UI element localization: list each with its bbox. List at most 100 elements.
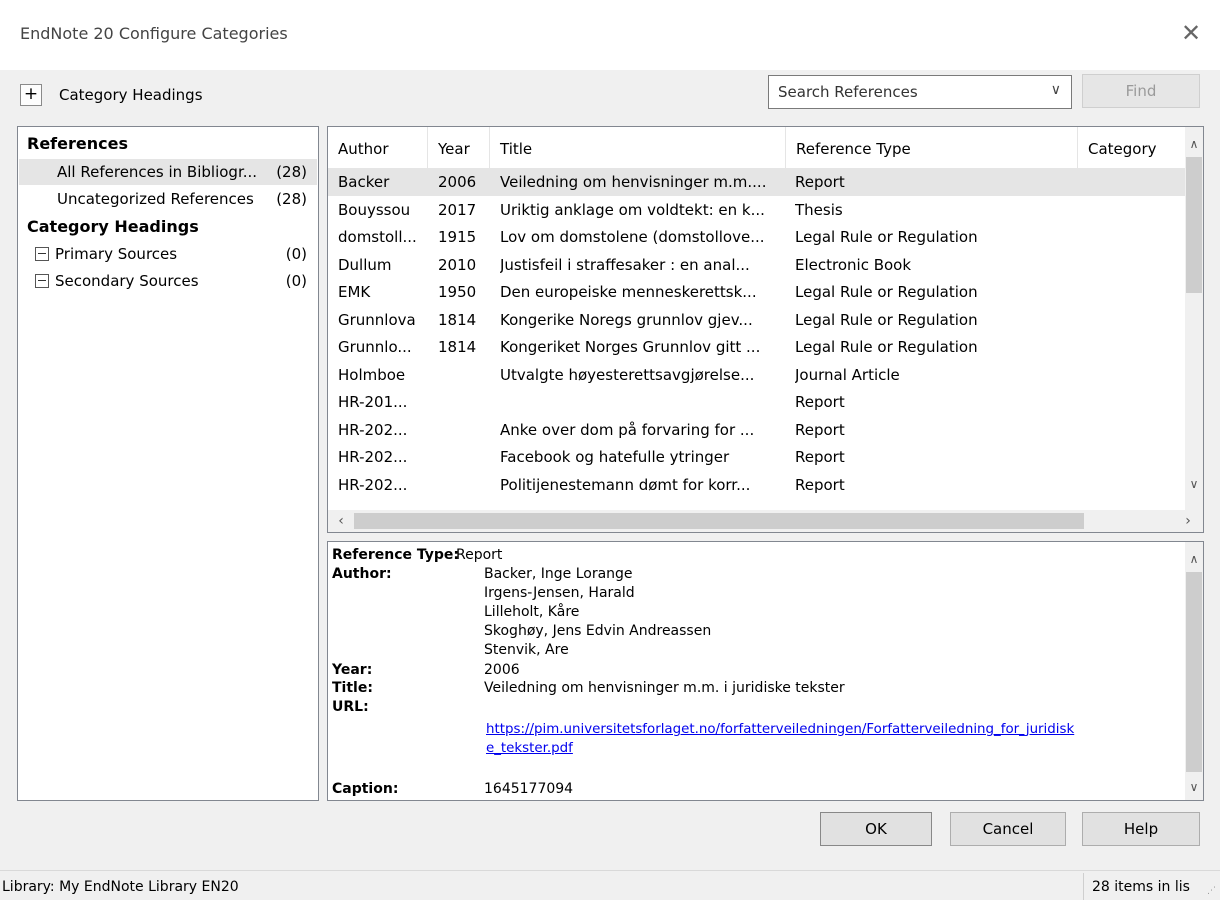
reference-type-label: Reference Type: <box>332 547 460 563</box>
sidebar-item-label: All References in Bibliogr... <box>57 163 258 181</box>
cell-year: 1814 <box>438 338 477 356</box>
cell-reference-type: Electronic Book <box>795 255 912 274</box>
sidebar-item-secondary-sources[interactable]: Secondary Sources (0) <box>19 268 317 294</box>
status-bar: Library: My EndNote Library EN20 28 item… <box>0 870 1220 900</box>
table-row[interactable]: HR-202... Facebook og hatefulle ytringer R… <box>328 444 1186 471</box>
cell-title: Kongerike Noregs grunnlov gjev... <box>500 310 753 329</box>
find-button[interactable]: Find <box>1082 74 1200 108</box>
cell-reference-type: Report <box>795 448 845 466</box>
column-header-reference-type[interactable]: Reference Type <box>786 127 1078 169</box>
sidebar-item-count: (28) <box>276 190 307 208</box>
close-icon[interactable]: ✕ <box>1176 18 1206 48</box>
column-header-year[interactable]: Year <box>428 127 490 169</box>
title-value: Veiledning om henvisninger m.m. i juridi… <box>484 680 845 696</box>
library-status: Library: My EndNote Library EN20 <box>2 879 239 895</box>
table-row[interactable]: HR-202... Anke over dom på forvaring for … <box>328 417 1186 444</box>
title-label: Title: <box>332 680 373 696</box>
cell-author: EMK <box>338 283 371 301</box>
author-value: Stenvik, Are <box>484 642 569 658</box>
table-row[interactable]: Grunnlova 1814 Kongerike Noregs grunnlov g… <box>328 307 1186 334</box>
cell-author: Grunnlova <box>338 310 416 329</box>
table-row[interactable]: HR-202... Politijenestemann dømt for korr… <box>328 472 1186 499</box>
scroll-down-icon[interactable]: ∨ <box>1185 778 1203 796</box>
url-link[interactable]: https://pim.universitetsforlaget.no/forf… <box>486 722 1074 737</box>
table-row[interactable]: HR-201... Report <box>328 389 1186 416</box>
references-heading: References <box>27 134 128 153</box>
author-value: Lilleholt, Kåre <box>484 604 580 620</box>
sidebar-item-count: (0) <box>285 245 307 263</box>
cell-title: Politijenestemann dømt for korr... <box>500 475 751 494</box>
scroll-up-icon[interactable]: ∧ <box>1185 550 1203 568</box>
scroll-up-icon[interactable]: ∧ <box>1185 135 1203 153</box>
cell-reference-type: Report <box>795 420 845 439</box>
references-table: Author Year Title Reference Type Categor… <box>327 126 1204 533</box>
column-header-category[interactable]: Category <box>1078 127 1186 169</box>
collapse-icon[interactable] <box>35 274 49 288</box>
cell-author: Holmboe <box>338 365 406 384</box>
author-value: Backer, Inge Lorange <box>484 566 633 582</box>
cell-author: domstoll... <box>338 228 417 246</box>
cell-reference-type: Legal Rule or Regulation <box>795 338 978 356</box>
scrollbar-thumb[interactable] <box>1186 572 1202 772</box>
category-headings-label: Category Headings <box>59 86 203 104</box>
table-row[interactable]: Bouyssou 2017 Uriktig anklage om voldtekt:… <box>328 197 1186 224</box>
cell-title: Anke over dom på forvaring for ... <box>500 420 755 439</box>
cell-year: 2017 <box>438 200 477 219</box>
author-value: Skoghøy, Jens Edvin Andreassen <box>484 623 712 639</box>
cell-author: HR-201... <box>338 393 408 411</box>
table-row[interactable]: EMK 1950 Den europeiske menneskerettsk... L… <box>328 279 1186 306</box>
reference-type-value: Report <box>456 547 503 563</box>
search-references-dropdown[interactable]: Search References ∨ <box>768 75 1072 109</box>
cell-author: Backer <box>338 173 390 191</box>
scroll-right-icon[interactable]: › <box>1177 510 1199 532</box>
cell-year: 2010 <box>438 255 477 274</box>
sidebar-item-primary-sources[interactable]: Primary Sources (0) <box>19 241 317 267</box>
collapse-icon[interactable] <box>35 247 49 261</box>
preview-vertical-scrollbar[interactable]: ∧ ∨ <box>1185 542 1203 800</box>
cell-title: Den europeiske menneskerettsk... <box>500 283 757 301</box>
category-tree: References All References in Bibliogr...… <box>17 126 319 801</box>
title-bar: EndNote 20 Configure Categories ✕ <box>0 0 1220 70</box>
cell-year: 1814 <box>438 310 477 329</box>
cell-reference-type: Report <box>795 173 845 191</box>
help-button[interactable]: Help <box>1082 812 1200 846</box>
author-label: Author: <box>332 566 392 582</box>
scroll-left-icon[interactable]: ‹ <box>330 510 352 532</box>
cell-reference-type: Legal Rule or Regulation <box>795 283 978 301</box>
cell-author: HR-202... <box>338 448 408 466</box>
cell-title: Uriktig anklage om voldtekt: en k... <box>500 200 765 219</box>
category-headings-heading: Category Headings <box>27 217 199 236</box>
url-link-continued[interactable]: e_tekster.pdf <box>486 741 573 756</box>
table-row[interactable]: Dullum 2010 Justisfeil i straffesaker : en… <box>328 252 1186 279</box>
resize-grip-icon[interactable]: ⋰ <box>1207 886 1216 896</box>
scroll-down-icon[interactable]: ∨ <box>1185 475 1203 493</box>
table-row[interactable]: Grunnlo... 1814 Kongeriket Norges Grunnlov… <box>328 334 1186 361</box>
status-separator <box>1083 873 1084 900</box>
table-row[interactable]: Backer 2006 Veiledning om henvisninger m.m… <box>328 169 1186 196</box>
table-horizontal-scrollbar[interactable]: ‹ › <box>328 510 1203 532</box>
cell-year: 2006 <box>438 173 477 191</box>
chevron-down-icon[interactable]: ∨ <box>1051 82 1061 98</box>
cancel-button[interactable]: Cancel <box>950 812 1066 846</box>
sidebar-item-uncategorized[interactable]: Uncategorized References (28) <box>19 186 317 212</box>
cell-reference-type: Legal Rule or Regulation <box>795 310 978 329</box>
year-value: 2006 <box>484 662 520 678</box>
caption-label: Caption: <box>332 781 399 797</box>
year-label: Year: <box>332 662 373 678</box>
search-references-value: Search References <box>778 83 918 101</box>
sidebar-item-all-references[interactable]: All References in Bibliogr... (28) <box>19 159 317 185</box>
column-header-title[interactable]: Title <box>490 127 786 169</box>
table-row[interactable]: Holmboe Utvalgte høyesterettsavgjørelse..… <box>328 362 1186 389</box>
table-vertical-scrollbar[interactable]: ∧ ∨ <box>1185 127 1203 510</box>
scrollbar-thumb[interactable] <box>354 513 1084 529</box>
table-header: Author Year Title Reference Type Categor… <box>328 127 1186 169</box>
sidebar-item-count: (28) <box>276 163 307 181</box>
column-header-author[interactable]: Author <box>328 127 428 169</box>
add-category-button[interactable]: + <box>20 84 42 106</box>
ok-button[interactable]: OK <box>820 812 932 846</box>
cell-title: Veiledning om henvisninger m.m.... <box>500 173 767 191</box>
sidebar-item-count: (0) <box>285 272 307 290</box>
table-row[interactable]: domstoll... 1915 Lov om domstolene (domsto… <box>328 224 1186 251</box>
cell-year: 1915 <box>438 228 477 246</box>
scrollbar-thumb[interactable] <box>1186 157 1202 293</box>
